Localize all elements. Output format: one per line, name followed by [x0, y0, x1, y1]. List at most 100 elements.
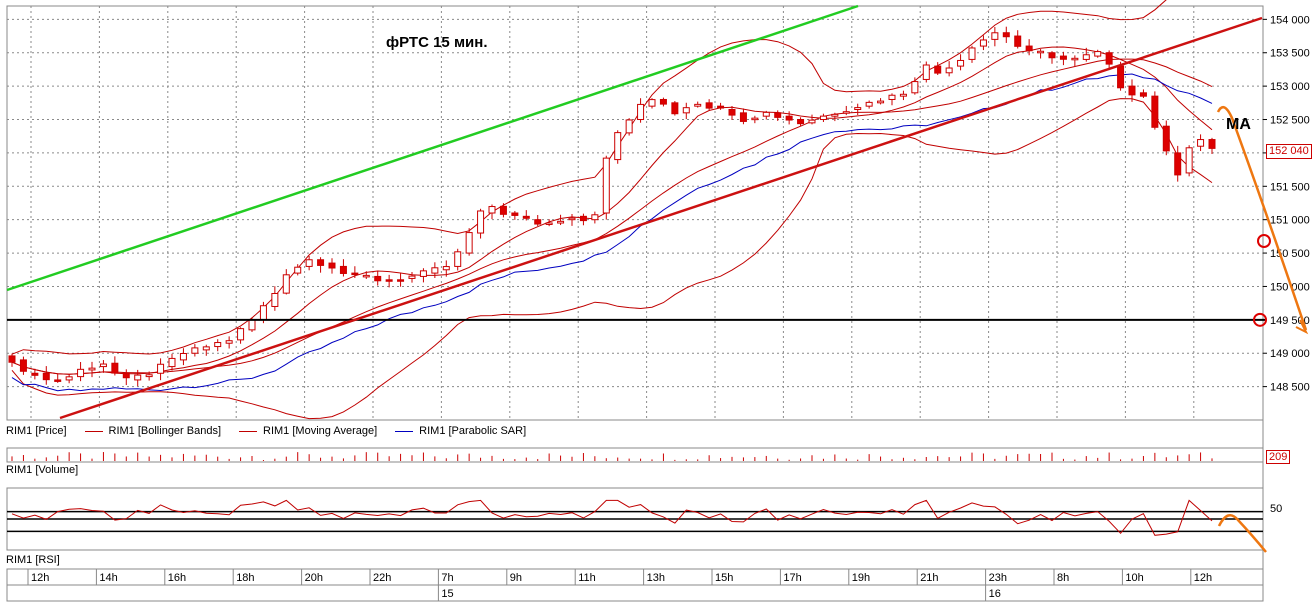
candle-body	[579, 215, 587, 222]
x-tick-label: 23h	[989, 572, 1007, 584]
x-tick-label: 12h	[1194, 572, 1212, 584]
x-tick-label: 8h	[1057, 572, 1069, 584]
candle-body	[317, 259, 325, 266]
candle-body	[1082, 54, 1090, 60]
candle-body	[1197, 139, 1205, 147]
moving-average-line	[11, 46, 1213, 375]
x-tick-label: 21h	[920, 572, 938, 584]
x-tick-label: 20h	[305, 572, 323, 584]
candle-body	[8, 355, 16, 363]
candle-body	[1002, 32, 1010, 38]
candle-body	[122, 372, 130, 379]
candle-body	[1048, 52, 1056, 59]
candle-body	[1025, 45, 1033, 52]
candle-body	[557, 220, 565, 224]
candle-body	[179, 352, 187, 361]
candle-body	[214, 342, 222, 348]
candle-body	[1117, 65, 1125, 89]
candle-body	[225, 340, 233, 344]
candle-body	[202, 346, 210, 351]
legend-swatch	[239, 430, 258, 432]
current-price-badge: 152 040	[1266, 144, 1312, 159]
candle-body	[762, 111, 770, 117]
candle-body	[659, 98, 667, 105]
bollinger-middle-line	[11, 58, 1213, 375]
y-tick-label: 151 000	[1270, 215, 1310, 227]
candle-body	[477, 210, 485, 234]
x-tick-label: 12h	[31, 572, 49, 584]
x-tick-label: 17h	[783, 572, 801, 584]
candle-body	[877, 100, 885, 104]
legend: RIM1 [Price] RIM1 [Bollinger Bands] RIM1…	[6, 424, 544, 438]
candle-body	[248, 319, 256, 331]
candle-body	[854, 107, 862, 110]
x-tick-label: 16h	[168, 572, 186, 584]
candle-body	[88, 367, 96, 371]
y-tick-label: 153 500	[1270, 48, 1310, 60]
candle-body	[728, 109, 736, 116]
price-axis: 154 000153 500153 000152 500152 000151 5…	[1263, 14, 1310, 394]
legend-item-bollinger: RIM1 [Bollinger Bands]	[84, 425, 221, 437]
candle-body	[351, 272, 359, 276]
candle-body	[682, 107, 690, 114]
candle-body	[1105, 52, 1113, 65]
candle-body	[991, 32, 999, 40]
candles	[8, 26, 1216, 387]
legend-item-price: RIM1 [Price]	[6, 425, 67, 437]
chart-title: фРТС 15 мин.	[386, 34, 488, 51]
parabolic-sar-line	[11, 73, 1213, 392]
candle-body	[54, 379, 62, 382]
x-tick-label: 11h	[578, 572, 596, 584]
legend-item-parabolic-sar: RIM1 [Parabolic SAR]	[395, 425, 526, 437]
candle-body	[168, 357, 176, 368]
candle-body	[1174, 152, 1182, 176]
rsi-tick-50: 50	[1270, 503, 1283, 515]
candle-body	[1151, 95, 1159, 128]
indicators	[11, 0, 1213, 420]
candle-body	[899, 93, 907, 97]
candle-body	[1014, 35, 1022, 47]
candle-body	[1208, 139, 1216, 149]
candle-body	[637, 103, 645, 121]
candle-body	[237, 328, 245, 341]
candle-body	[328, 262, 336, 269]
candle-body	[865, 101, 873, 107]
price-chart[interactable]: 154 000153 500153 000152 500152 000151 5…	[0, 0, 1313, 605]
rsi-panel-label: RIM1 [RSI]	[6, 554, 60, 566]
candle-body	[1094, 51, 1102, 57]
grid	[7, 6, 1263, 420]
candle-body	[134, 374, 142, 381]
y-tick-label: 150 500	[1270, 248, 1310, 260]
candle-body	[717, 105, 725, 109]
x-tick-label: 19h	[852, 572, 870, 584]
y-tick-label: 154 000	[1270, 14, 1310, 26]
candle-body	[545, 222, 553, 225]
candle-body	[797, 119, 805, 125]
candle-body	[431, 267, 439, 274]
candle-body	[499, 205, 507, 215]
candle-body	[454, 251, 462, 267]
candle-body	[1139, 92, 1147, 97]
candle-body	[979, 39, 987, 47]
candle-body	[522, 215, 530, 219]
volume-panel-label: RIM1 [Volume]	[6, 464, 79, 476]
candle-body	[1037, 50, 1045, 54]
candle-body	[968, 47, 976, 60]
y-tick-label: 148 500	[1270, 382, 1310, 394]
candle-body	[945, 67, 953, 74]
candle-body	[568, 217, 576, 221]
candle-body	[785, 115, 793, 121]
candle-body	[374, 275, 382, 282]
x-tick-label: 13h	[647, 572, 665, 584]
candle-body	[145, 374, 153, 378]
candle-body	[534, 219, 542, 225]
candle-body	[99, 363, 107, 368]
legend-label: RIM1 [Moving Average]	[263, 425, 378, 437]
candle-body	[385, 279, 393, 282]
candle-body	[42, 372, 50, 381]
candle-body	[671, 102, 679, 115]
y-tick-label: 151 500	[1270, 181, 1310, 193]
candle-body	[831, 113, 839, 117]
candle-body	[294, 266, 302, 274]
candle-body	[271, 293, 279, 307]
